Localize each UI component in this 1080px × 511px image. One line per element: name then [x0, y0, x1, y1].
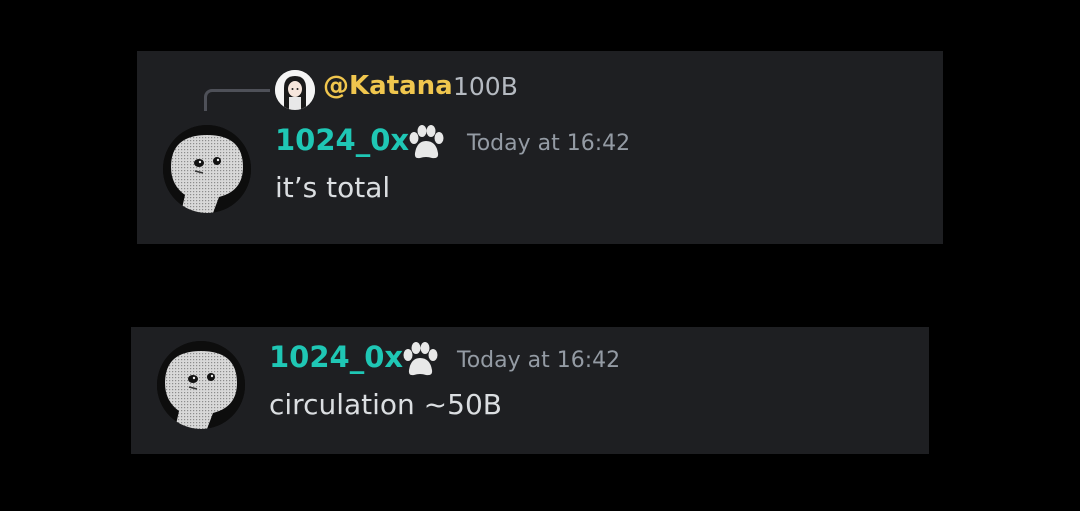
message-group-1[interactable]: @Katana 100B 1024_0x Today at 16:42 it’s…: [137, 51, 943, 244]
message-group-2[interactable]: 1024_0x Today at 16:42 circulation ~50B: [131, 327, 929, 454]
paw-icon: [403, 342, 438, 376]
reply-preview-text[interactable]: 100B: [453, 72, 518, 101]
reply-mention[interactable]: @Katana: [323, 71, 453, 101]
author-name[interactable]: 1024_0x: [275, 123, 409, 157]
reply-avatar[interactable]: [275, 70, 315, 110]
message-timestamp[interactable]: Today at 16:42: [467, 131, 630, 156]
avatar-image: [157, 341, 245, 429]
user-avatar[interactable]: [157, 341, 245, 429]
paw-icon: [409, 125, 444, 159]
message-content: it’s total: [275, 171, 391, 204]
message-content: circulation ~50B: [269, 388, 502, 421]
user-avatar[interactable]: [163, 125, 251, 213]
author-name[interactable]: 1024_0x: [269, 340, 403, 374]
avatar-image: [163, 125, 251, 213]
message-timestamp[interactable]: Today at 16:42: [457, 348, 620, 373]
reply-connector: [204, 89, 270, 111]
reply-avatar-image: [275, 70, 315, 110]
